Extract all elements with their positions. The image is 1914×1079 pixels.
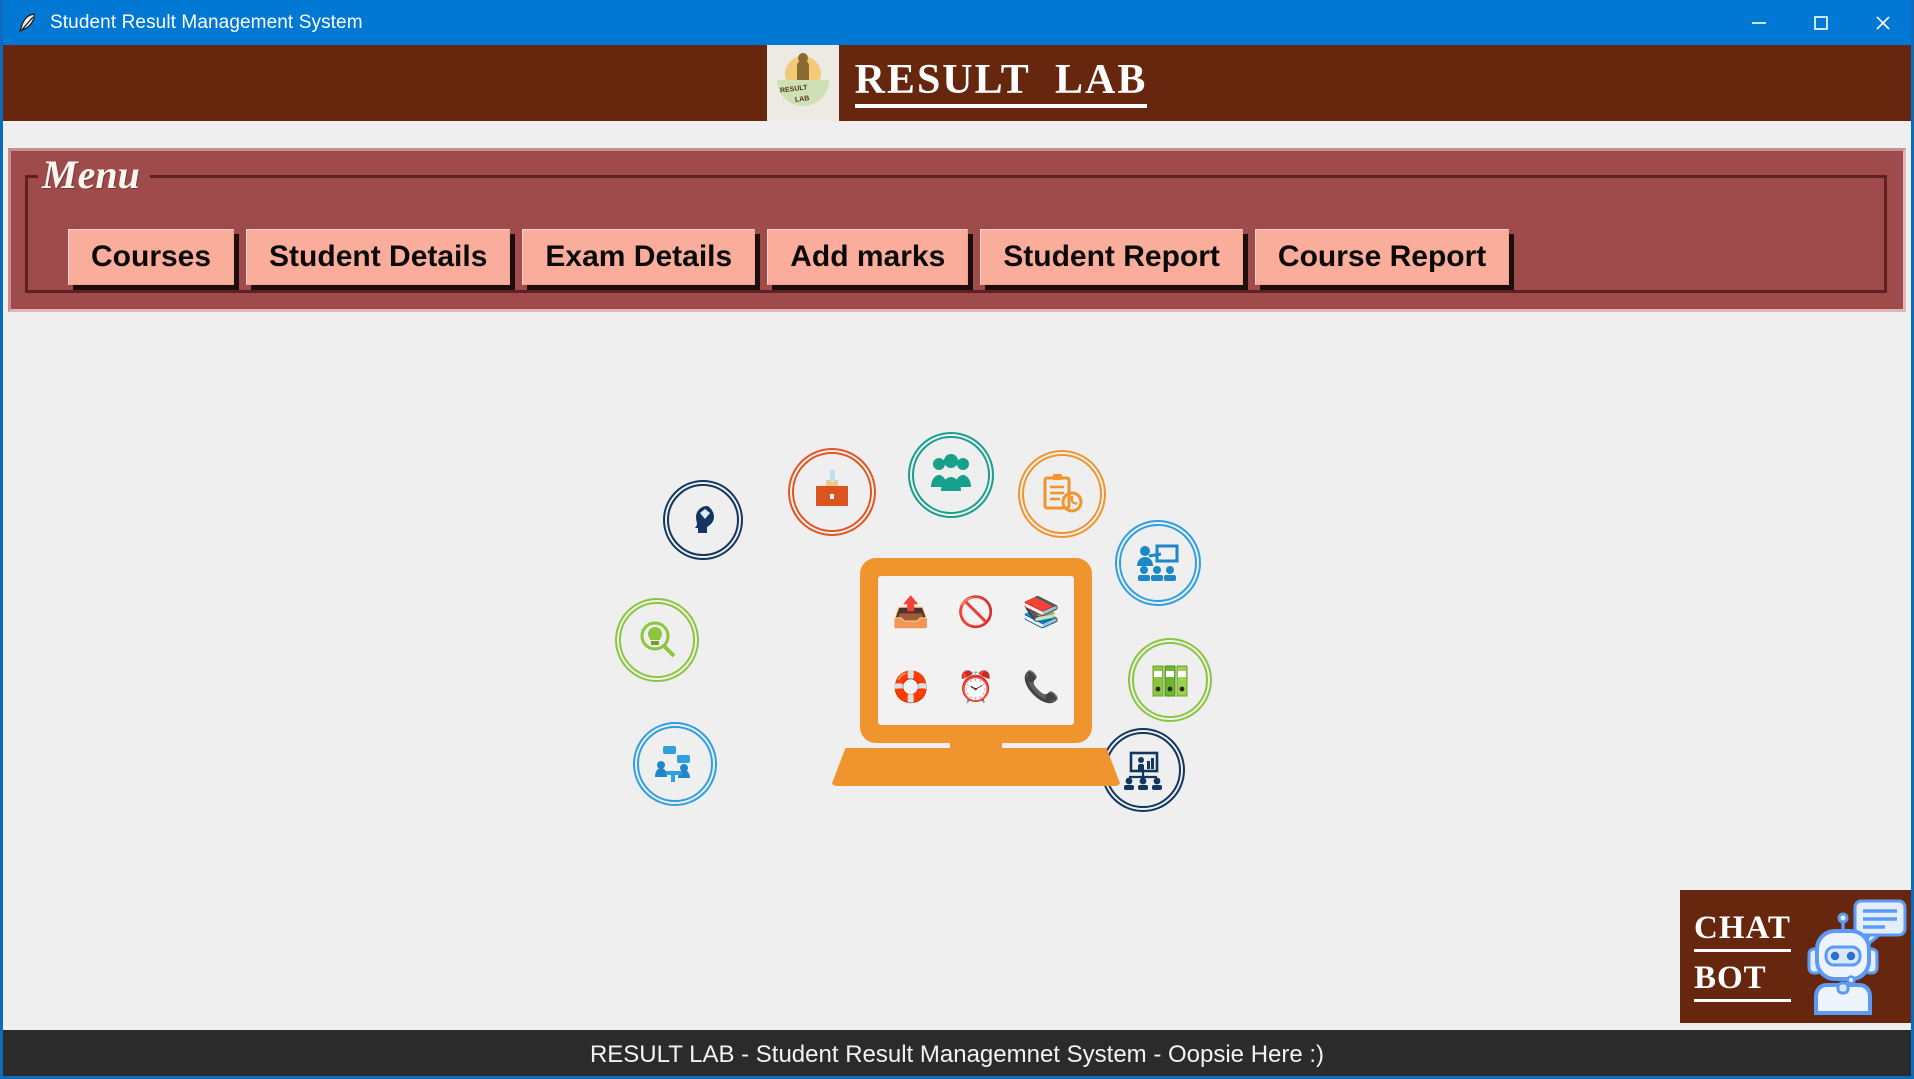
clipboard-timer-icon bbox=[1018, 450, 1106, 538]
chatbot-label: CHAT BOT bbox=[1694, 911, 1791, 1002]
status-bar-text: RESULT LAB - Student Result Managemnet S… bbox=[589, 1040, 1325, 1068]
content-area: 📤 🚫 📚 🛟 ⏰ 📞 bbox=[3, 320, 1911, 1030]
team-group-icon bbox=[908, 432, 994, 518]
app-header: RESULT LAB RESULT LAB bbox=[3, 45, 1911, 121]
laptop-illustration: 📤 🚫 📚 🛟 ⏰ 📞 bbox=[860, 558, 1092, 743]
chatbot-label-line1: CHAT bbox=[1694, 911, 1791, 952]
menu-button-student-details[interactable]: Student Details bbox=[246, 229, 511, 285]
menu-legend-label: Menu bbox=[38, 151, 150, 199]
menu-button-courses[interactable]: Courses bbox=[68, 229, 235, 285]
file-binders-icon: 📚 bbox=[1022, 596, 1060, 630]
minimize-button[interactable] bbox=[1728, 0, 1790, 45]
phone-icon: 📞 bbox=[1022, 670, 1060, 704]
presentation-training-icon bbox=[1115, 520, 1201, 606]
head-idea-icon bbox=[663, 480, 743, 560]
chatbot-button[interactable]: CHAT BOT bbox=[1680, 890, 1911, 1023]
robot-icon bbox=[1797, 897, 1907, 1017]
archive-binders-icon bbox=[1128, 638, 1212, 722]
window-title: Student Result Management System bbox=[50, 11, 363, 33]
menu-button-add-marks[interactable]: Add marks bbox=[767, 229, 969, 285]
menu-button-row: Courses Student Details Exam Details Add… bbox=[11, 226, 1909, 288]
clock-icon: ⏰ bbox=[957, 670, 995, 704]
application-window: Student Result Management System RESULT … bbox=[0, 0, 1914, 1079]
management-system-illustration: 📤 🚫 📚 🛟 ⏰ 📞 bbox=[615, 430, 1263, 812]
laptop-base bbox=[831, 748, 1121, 786]
feather-quill-icon bbox=[16, 11, 40, 35]
app-brand-title: RESULT LAB bbox=[854, 59, 1148, 108]
status-bar: RESULT LAB - Student Result Managemnet S… bbox=[3, 1030, 1911, 1076]
window-controls bbox=[1728, 0, 1911, 45]
chatbot-label-line2: BOT bbox=[1694, 961, 1791, 1002]
life-ring-icon: 🛟 bbox=[891, 670, 930, 704]
menu-button-student-report[interactable]: Student Report bbox=[980, 229, 1243, 285]
envelope-upload-icon: 📤 bbox=[891, 596, 930, 630]
meeting-icon bbox=[633, 722, 717, 806]
title-bar: Student Result Management System bbox=[3, 0, 1911, 45]
idea-search-icon bbox=[615, 598, 699, 682]
result-lab-logo: RESULT LAB bbox=[766, 45, 839, 121]
maximize-button[interactable] bbox=[1790, 0, 1852, 45]
menu-button-exam-details[interactable]: Exam Details bbox=[522, 229, 756, 285]
person-blocked-icon: 🚫 bbox=[957, 596, 995, 630]
menu-button-course-report[interactable]: Course Report bbox=[1254, 229, 1510, 285]
laptop-screen: 📤 🚫 📚 🛟 ⏰ 📞 bbox=[878, 576, 1074, 725]
close-button[interactable] bbox=[1852, 0, 1911, 45]
menu-panel: Menu Courses Student Details Exam Detail… bbox=[8, 148, 1906, 312]
briefcase-icon bbox=[788, 448, 876, 536]
